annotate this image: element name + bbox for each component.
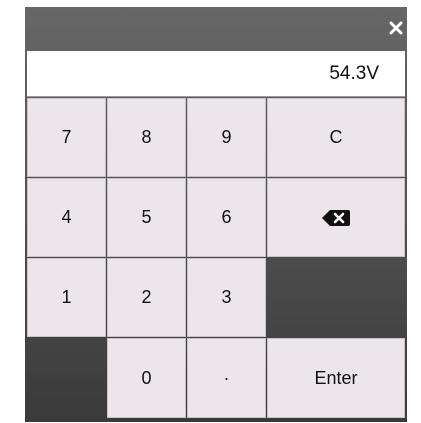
numeric-keypad-dialog: 54.3V 7 8 9 C 4 5 6 1 2 3 0 · Enter — [25, 7, 407, 422]
enter-button[interactable]: Enter — [267, 338, 405, 418]
key-1[interactable]: 1 — [27, 258, 106, 337]
key-5[interactable]: 5 — [107, 178, 186, 257]
key-8[interactable]: 8 — [107, 98, 186, 177]
display-value: 54.3V — [329, 63, 379, 84]
close-icon — [389, 21, 403, 35]
key-7[interactable]: 7 — [27, 98, 106, 177]
backspace-button[interactable] — [267, 178, 405, 257]
backspace-icon — [322, 209, 350, 226]
key-9[interactable]: 9 — [187, 98, 266, 177]
key-4[interactable]: 4 — [27, 178, 106, 257]
key-6[interactable]: 6 — [187, 178, 266, 257]
clear-button[interactable]: C — [267, 98, 405, 177]
close-button[interactable] — [387, 19, 405, 37]
key-0[interactable]: 0 — [107, 338, 186, 418]
decimal-point-button[interactable]: · — [187, 338, 266, 418]
key-2[interactable]: 2 — [107, 258, 186, 337]
key-3[interactable]: 3 — [187, 258, 266, 337]
value-display: 54.3V — [27, 51, 405, 97]
